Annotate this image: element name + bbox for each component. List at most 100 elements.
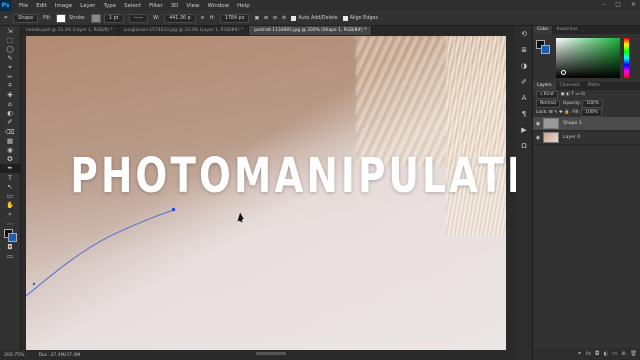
gradient-tool-icon[interactable]: ⌫ <box>0 127 20 136</box>
horizontal-scrollbar[interactable] <box>256 352 286 355</box>
menu-help[interactable]: Help <box>237 3 250 9</box>
adjustment-layer-icon[interactable]: ◐ <box>603 351 608 357</box>
more-tools-icon[interactable]: ⋯ <box>0 219 20 228</box>
brush-tool-icon[interactable]: ✚ <box>0 90 20 99</box>
layer-kind-filter[interactable]: ⌕ Kind <box>536 90 558 99</box>
brush-settings-icon[interactable]: ✐ <box>516 74 532 90</box>
rectangle-tool-icon[interactable]: ▭ <box>0 191 20 200</box>
layer-name[interactable]: Layer 0 <box>563 135 580 140</box>
properties-icon[interactable]: ≣ <box>516 42 532 58</box>
glyphs-icon[interactable]: Ω <box>516 138 532 154</box>
color-panel-fgbg[interactable] <box>536 40 550 54</box>
tab-color[interactable]: Color <box>533 26 553 34</box>
path-operations-icon[interactable]: ▣ <box>254 16 259 21</box>
lock-icons[interactable]: ⊞ ✎ ✚ 🔒 <box>549 110 570 115</box>
foreground-background-colors[interactable] <box>0 228 20 243</box>
actions-icon[interactable]: ▶ <box>516 122 532 138</box>
clone-stamp-tool-icon[interactable]: ⌂ <box>0 100 20 109</box>
hand-tool-icon[interactable]: ✋ <box>0 201 20 210</box>
menu-image[interactable]: Image <box>55 3 72 9</box>
trash-icon[interactable]: 🗑 <box>630 351 637 357</box>
tab-needle[interactable]: needle.psd @ 33.3% (Layer 1, RGB/8) * <box>21 26 119 35</box>
menu-edit[interactable]: Edit <box>36 3 47 9</box>
blend-mode-select[interactable]: Normal <box>536 99 560 108</box>
visibility-eye-icon[interactable]: ◉ <box>533 121 543 127</box>
eyedropper-tool-icon[interactable]: ✂ <box>0 72 20 81</box>
type-tool-icon[interactable]: T <box>0 173 20 182</box>
quick-mask-icon[interactable]: ◘ <box>0 242 20 251</box>
mode-select[interactable]: Shape <box>13 13 39 23</box>
minimize-icon[interactable]: – <box>602 1 605 8</box>
pen-path[interactable] <box>26 209 175 297</box>
background-color-swatch[interactable] <box>8 233 17 243</box>
layer-row-layer-0[interactable]: ◉ Layer 0 <box>533 131 640 145</box>
quick-select-tool-icon[interactable]: ✎ <box>0 54 20 63</box>
tab-swatches[interactable]: Swatches <box>552 26 581 34</box>
anchor-point[interactable] <box>172 208 175 211</box>
fx-icon[interactable]: fx <box>586 351 591 357</box>
auto-add-delete-checkbox[interactable] <box>291 15 297 21</box>
link-icon[interactable]: ⊝ <box>201 16 205 21</box>
layer-row-shape-1[interactable]: ◉ Shape 1 <box>533 117 640 131</box>
move-tool-icon[interactable]: ⇲ <box>0 26 20 35</box>
opacity-field[interactable]: 100% <box>582 99 603 108</box>
fill-field[interactable]: 100% <box>581 108 602 117</box>
healing-tool-icon[interactable]: ⌗ <box>0 81 20 90</box>
pen-tool-icon[interactable]: ✒ <box>0 163 20 173</box>
stroke-swatch[interactable] <box>91 13 101 23</box>
maximize-icon[interactable]: □ <box>615 1 621 8</box>
menu-filter[interactable]: Filter <box>149 3 163 9</box>
crop-tool-icon[interactable]: ⌖ <box>0 63 20 72</box>
path-arrangement-icon[interactable]: ⊟ <box>273 16 277 21</box>
zoom-level[interactable]: 200.75% <box>4 353 24 358</box>
dodge-tool-icon[interactable]: ◉ <box>0 145 20 154</box>
mask-icon[interactable]: ◘ <box>595 351 599 357</box>
menu-window[interactable]: Window <box>207 3 229 9</box>
history-brush-tool-icon[interactable]: ◐ <box>0 109 20 118</box>
menu-view[interactable]: View <box>186 3 199 9</box>
menu-type[interactable]: Type <box>103 3 116 9</box>
tab-channels[interactable]: Channels <box>556 82 584 90</box>
blur-tool-icon[interactable]: ▦ <box>0 136 20 145</box>
group-icon[interactable]: ▭ <box>612 351 617 357</box>
tab-sunglasses[interactable]: sunglasses-1574433.jpg @ 33.3% (Layer 1,… <box>119 26 250 35</box>
background-color-swatch[interactable] <box>541 45 550 54</box>
menu-3d[interactable]: 3D <box>171 3 179 9</box>
history-icon[interactable]: ⟲ <box>516 26 532 42</box>
align-edges-checkbox[interactable] <box>342 15 348 21</box>
menu-layer[interactable]: Layer <box>80 3 95 9</box>
color-picker-marker[interactable] <box>561 70 566 75</box>
anchor-point-start[interactable] <box>32 282 36 286</box>
stroke-type-select[interactable]: —— <box>128 13 149 23</box>
tab-paths[interactable]: Paths <box>584 82 604 90</box>
lasso-tool-icon[interactable]: ◯ <box>0 44 20 53</box>
filter-icons[interactable]: ▣ ◐ T ▭ ⊡ <box>561 92 585 97</box>
menu-select[interactable]: Select <box>124 3 141 9</box>
zoom-tool-icon[interactable]: ⌕ <box>0 210 20 219</box>
marquee-tool-icon[interactable]: ⬚ <box>0 35 20 44</box>
height-field[interactable]: 1784 px <box>219 13 250 23</box>
pen-tool-icon[interactable]: ✒ <box>4 16 8 21</box>
doc-size[interactable]: Doc: 37.4M/37.4M <box>38 353 80 358</box>
gear-icon[interactable]: ⚙ <box>282 16 286 21</box>
path-selection-tool-icon[interactable]: ↖ <box>0 182 20 191</box>
hue-slider[interactable] <box>624 38 629 78</box>
adjustments-icon[interactable]: ◑ <box>516 58 532 74</box>
layer-name[interactable]: Shape 1 <box>563 121 582 126</box>
stroke-width-field[interactable]: 1 pt <box>104 13 124 23</box>
eraser-tool-icon[interactable]: ✐ <box>0 118 20 127</box>
tab-layers[interactable]: Layers <box>533 82 556 90</box>
paragraph-icon[interactable]: ¶ <box>516 106 532 122</box>
new-layer-icon[interactable]: ⊕ <box>621 351 626 357</box>
width-field[interactable]: 441.36 p <box>164 13 196 23</box>
link-layers-icon[interactable]: ⚭ <box>577 351 582 357</box>
fill-swatch[interactable] <box>56 13 67 23</box>
color-picker-field[interactable] <box>556 38 620 78</box>
character-icon[interactable]: A <box>516 90 532 106</box>
menu-file[interactable]: File <box>19 3 28 9</box>
path-alignment-icon[interactable]: ⊞ <box>264 16 268 21</box>
visibility-eye-icon[interactable]: ◉ <box>533 135 543 141</box>
close-icon[interactable]: ✕ <box>631 1 636 8</box>
screen-mode-icon[interactable]: ▭ <box>0 251 20 260</box>
sponge-tool-icon[interactable]: ✪ <box>0 155 20 164</box>
